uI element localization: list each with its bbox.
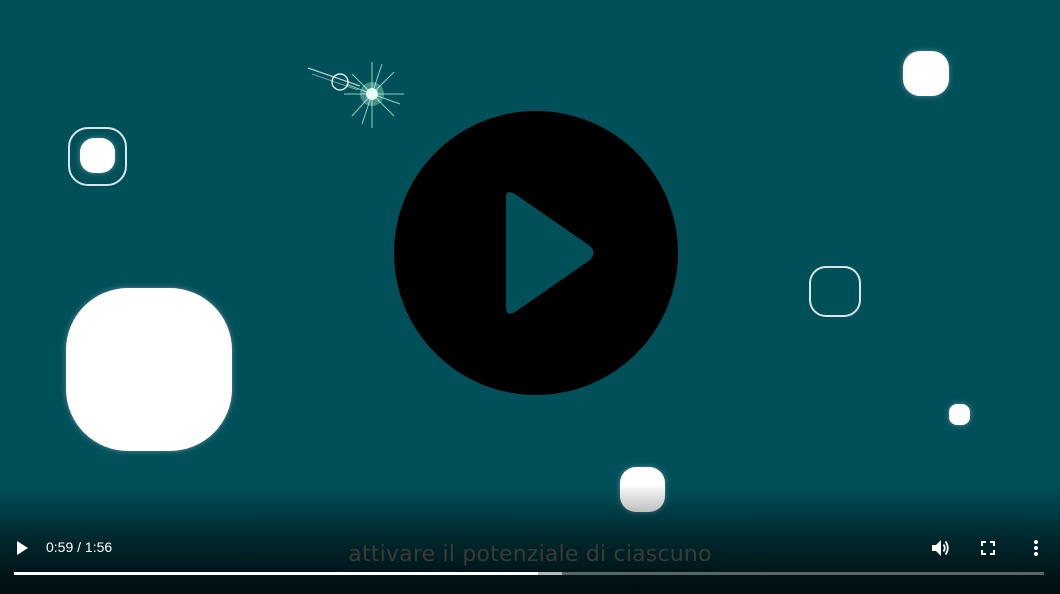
video-frame-shape — [80, 138, 115, 173]
video-frame-shape — [809, 266, 861, 317]
seek-bar[interactable] — [14, 572, 1044, 575]
fullscreen-button[interactable] — [972, 532, 1004, 564]
volume-icon — [932, 540, 949, 556]
video-frame-shape — [66, 288, 232, 451]
more-options-button[interactable] — [1020, 532, 1052, 564]
video-player[interactable]: attivare il potenziale di ciascuno 0:59 … — [0, 0, 1060, 594]
more-vertical-icon — [1034, 540, 1038, 556]
duration: 1:56 — [84, 539, 113, 555]
subtitle-caption: attivare il potenziale di ciascuno — [348, 542, 712, 567]
play-icon — [17, 541, 28, 555]
played-bar — [14, 572, 538, 575]
current-time: 0:59 — [46, 539, 74, 555]
video-frame-shape — [903, 51, 949, 96]
big-play-button[interactable] — [394, 111, 678, 395]
time-display: 0:59 / 1:56 — [46, 539, 112, 555]
play-button[interactable] — [6, 532, 38, 564]
time-separator: / — [73, 539, 85, 555]
fullscreen-icon — [981, 541, 995, 555]
play-icon — [506, 192, 594, 314]
mute-button[interactable] — [924, 532, 956, 564]
video-frame-shape — [949, 404, 970, 425]
control-bar-background — [0, 484, 1060, 594]
